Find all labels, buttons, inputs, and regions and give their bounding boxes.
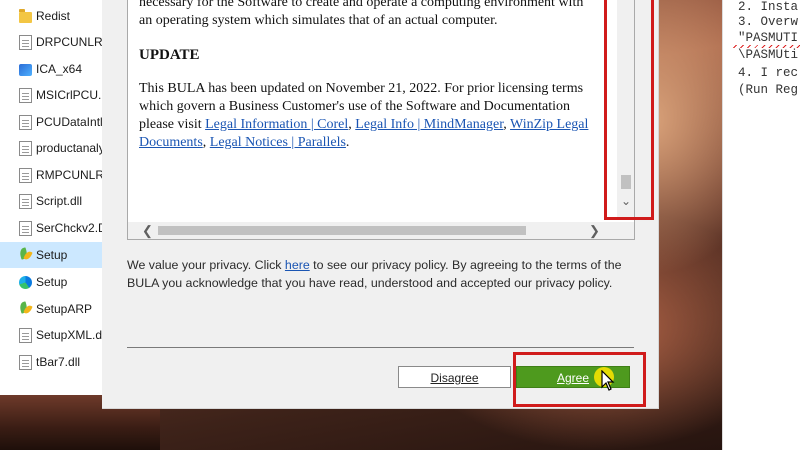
disagree-label: Disagree [430,371,479,385]
license-agreement-dialog: necessary for the Software to create and… [102,0,659,409]
file-name: PCUDataIntl. [36,115,102,129]
link-legal-corel[interactable]: Legal Information | Corel [205,117,348,132]
file-name: MSICrlPCU.D [36,88,102,102]
dll-file-icon [19,34,32,50]
file-name: tBar7.dll [36,355,81,369]
dll-file-icon [19,167,32,183]
file-item[interactable]: productanaly [0,135,102,161]
file-item[interactable]: tBar7.dll [0,349,102,375]
privacy-notice: We value your privacy. Click here to see… [127,256,637,292]
setup-leaf-icon [19,302,32,317]
dll-file-icon [19,354,32,370]
link-legal-mindmanager[interactable]: Legal Info | MindManager [355,117,503,132]
file-item-selected[interactable]: Setup [0,242,102,268]
agree-highlight-box [513,352,646,407]
notepad-line: \PASMUti [738,48,799,62]
file-item[interactable]: SetupXML.dl [0,322,102,348]
scrollbar-corner [617,222,634,239]
notepad-line: 4. I rec [738,66,799,80]
notepad-line: "PASMUTI [738,31,799,45]
file-item[interactable]: Script.dll [0,188,102,214]
horizontal-scroll-thumb[interactable] [158,226,526,235]
file-item[interactable]: DRPCUNLR.d [0,29,102,55]
update-heading: UPDATE [139,47,200,63]
file-name: SetupXML.dl [36,328,102,342]
notepad-line: (Run Reg [738,83,799,97]
file-item[interactable]: Setup [0,269,102,295]
notepad-line: 3. Overw [738,15,799,29]
file-name: SetupARP [36,302,93,316]
file-name: productanaly [36,141,102,155]
file-explorer-list: Redist DRPCUNLR.d ICA_x64 MSICrlPCU.D PC… [0,0,102,395]
dll-file-icon [19,87,32,103]
dll-file-icon [19,220,32,236]
dll-file-icon [19,193,32,209]
file-name: DRPCUNLR.d [36,35,102,49]
file-name: Setup [36,248,68,262]
dll-file-icon [19,140,32,156]
file-item[interactable]: ICA_x64 [0,56,102,82]
chevron-right-icon[interactable]: ❯ [589,223,601,239]
license-text-box[interactable]: necessary for the Software to create and… [127,0,635,240]
chevron-left-icon[interactable]: ❮ [142,223,154,239]
dll-file-icon [19,327,32,343]
divider [127,347,634,348]
license-intro-text: necessary for the Software to create and… [139,0,584,28]
link-legal-parallels[interactable]: Legal Notices | Parallels [210,135,346,150]
file-name: RMPCUNLR.d [36,168,102,182]
file-item[interactable]: MSICrlPCU.D [0,82,102,108]
file-item[interactable]: PCUDataIntl. [0,109,102,135]
notepad-window[interactable]: 2. Insta 3. Overw "PASMUTI \PASMUti 4. I… [722,0,800,450]
file-item[interactable]: RMPCUNLR.d [0,162,102,188]
license-text: necessary for the Software to create and… [139,0,599,152]
update-paragraph: This BULA has been updated on November 2… [139,81,589,150]
scrollbar-highlight-box [604,0,654,220]
folder-icon [19,8,32,23]
file-name: Redist [36,9,71,23]
privacy-policy-link[interactable]: here [285,258,310,272]
disagree-button[interactable]: Disagree [398,366,511,388]
file-name: ICA_x64 [36,62,83,76]
app-icon [19,63,32,76]
dll-file-icon [19,114,32,130]
file-item[interactable]: Redist [0,3,102,29]
file-name: Script.dll [36,194,83,208]
edge-icon [19,275,32,289]
privacy-text-before: We value your privacy. Click [127,258,285,272]
file-item[interactable]: SerChckv2.D [0,215,102,241]
file-item[interactable]: SetupARP [0,296,102,322]
notepad-line: 2. Insta [738,0,799,14]
file-name: SerChckv2.D [36,221,102,235]
setup-leaf-icon [19,248,32,263]
horizontal-scrollbar[interactable]: ❮ ❯ [128,222,617,239]
file-name: Setup [36,275,68,289]
